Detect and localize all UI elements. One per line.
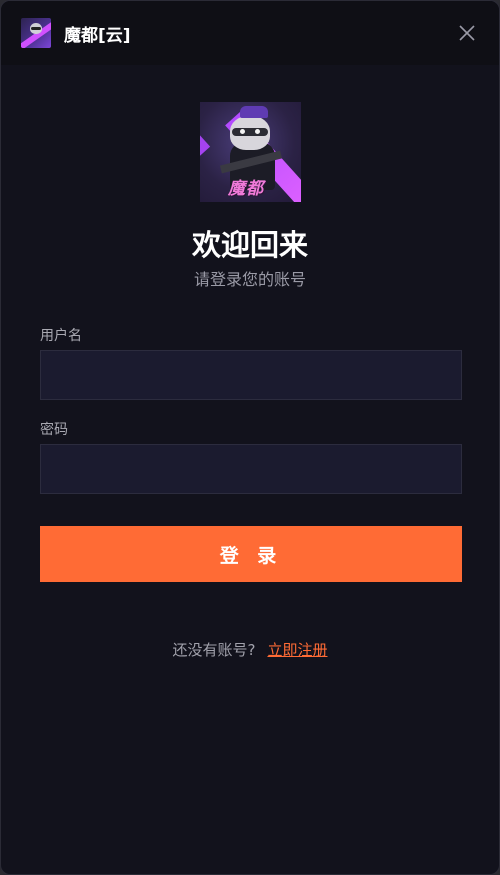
- window-title: 魔都[云]: [64, 25, 131, 46]
- login-window: 魔都[云] 魔都 欢迎回来 请登录您的账号 用户名 密码 登 录 还没有账号? …: [0, 0, 500, 875]
- register-row: 还没有账号? 立即注册: [1, 639, 499, 660]
- logo-brand-text: 魔都: [228, 179, 264, 199]
- close-button[interactable]: [455, 21, 479, 45]
- login-subtitle: 请登录您的账号: [193, 270, 306, 289]
- register-link[interactable]: 立即注册: [267, 639, 327, 660]
- username-input[interactable]: [40, 350, 462, 400]
- no-account-text: 还没有账号?: [172, 641, 256, 659]
- welcome-heading: 欢迎回来: [191, 228, 308, 262]
- password-input[interactable]: [40, 444, 462, 494]
- app-logo-icon: [21, 18, 51, 48]
- close-icon: [459, 25, 475, 41]
- title-bar[interactable]: 魔都[云]: [1, 1, 499, 65]
- login-button[interactable]: 登 录: [40, 526, 462, 582]
- app-logo-image: 魔都: [200, 102, 301, 202]
- username-label: 用户名: [40, 328, 82, 344]
- password-label: 密码: [40, 422, 68, 438]
